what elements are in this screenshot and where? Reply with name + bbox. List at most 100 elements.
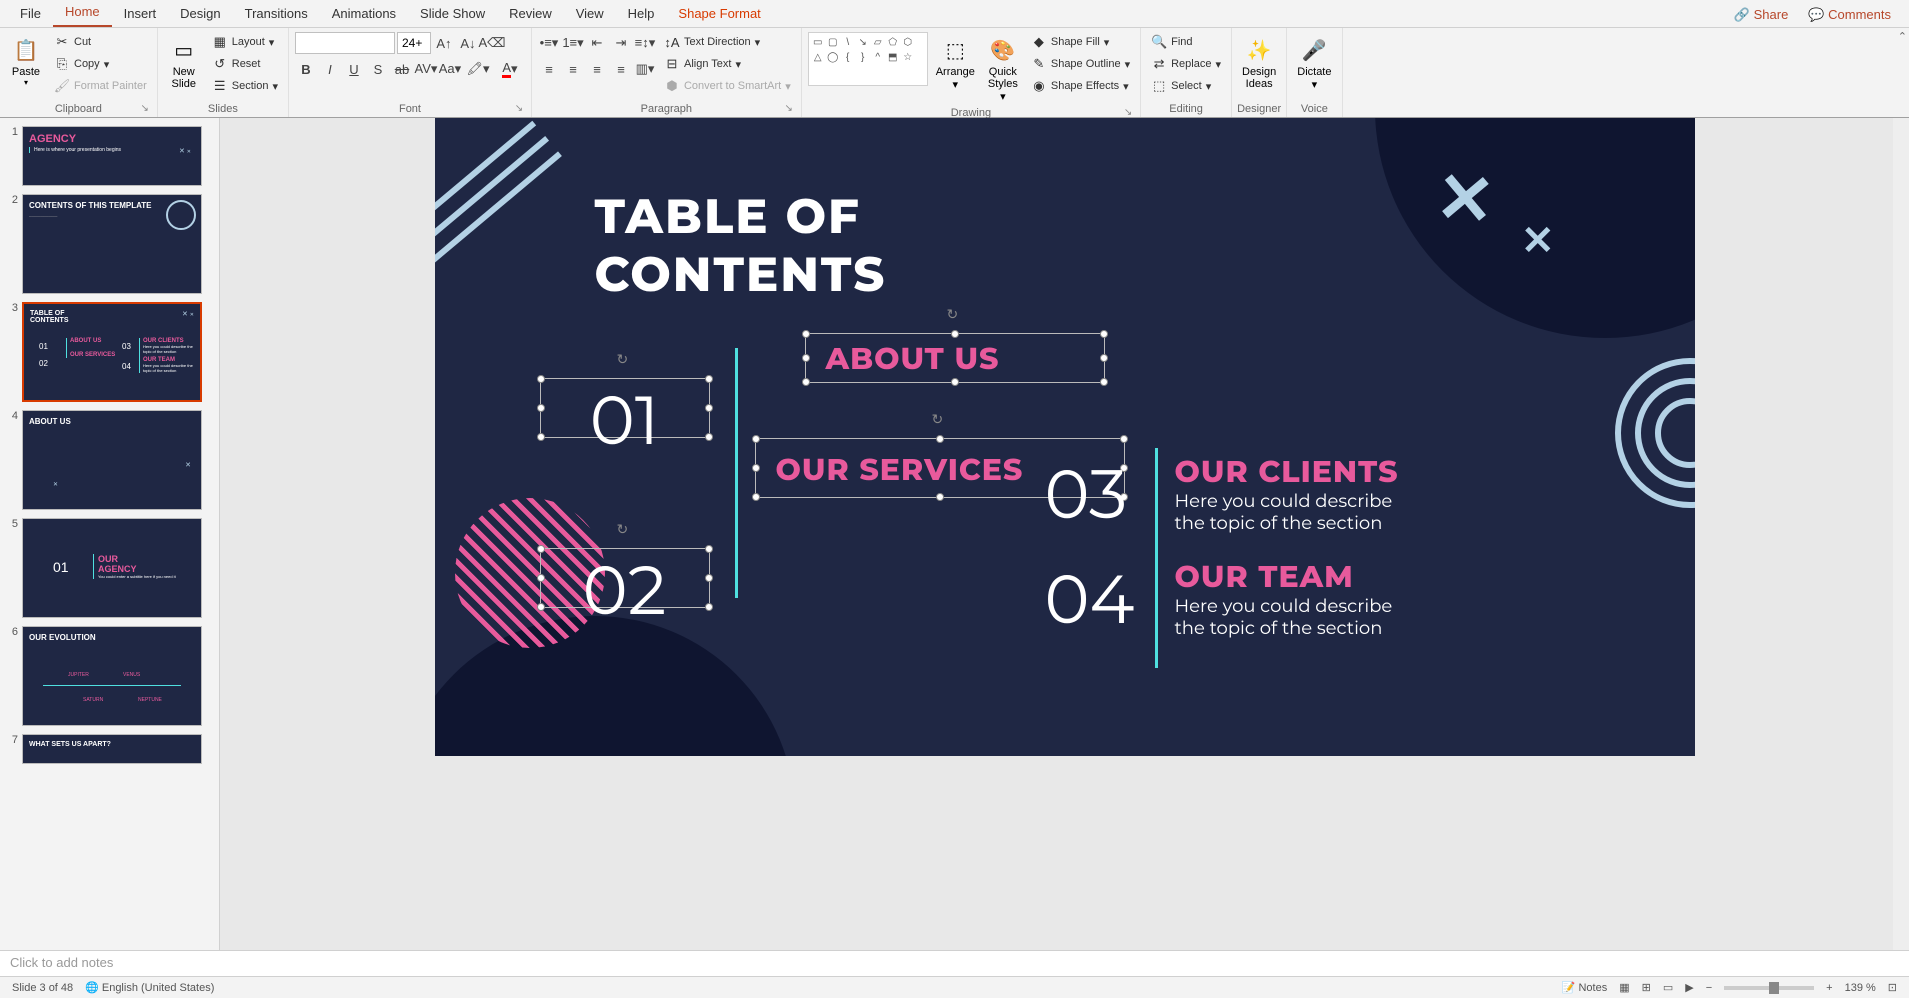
clear-format-icon[interactable]: A⌫ [481, 32, 503, 54]
replace-button[interactable]: ⇄Replace ▾ [1147, 54, 1225, 74]
status-notes-button[interactable]: 📝 Notes [1556, 981, 1613, 994]
view-sorter-button[interactable]: ⊞ [1636, 981, 1657, 994]
share-button[interactable]: 🔗 Share [1724, 3, 1799, 27]
find-button[interactable]: 🔍Find [1147, 32, 1225, 52]
slide-title[interactable]: TABLE OFCONTENTS [595, 188, 887, 304]
font-size-input[interactable] [397, 32, 431, 54]
bold-button[interactable]: B [295, 58, 317, 80]
copy-button[interactable]: ⎘Copy ▾ [50, 54, 151, 74]
tab-animations[interactable]: Animations [320, 2, 408, 27]
shapes-gallery[interactable]: ▭▢\↘▱⬠⬡ △◯{}^⬒☆ [808, 32, 928, 86]
slide-canvas[interactable]: ✕ ✕ TABLE OFCONTENTS ↻ 01 [435, 118, 1695, 756]
toc-desc[interactable]: Here you could describe [1175, 490, 1399, 512]
tab-shape-format[interactable]: Shape Format [666, 2, 772, 27]
view-normal-button[interactable]: ▦ [1613, 981, 1635, 994]
rotate-handle-icon[interactable]: ↻ [932, 411, 948, 427]
view-reading-button[interactable]: ▭ [1657, 981, 1679, 994]
zoom-in-button[interactable]: + [1820, 982, 1838, 994]
slide-thumbnail-4[interactable]: ABOUT US ✕ ✕ [22, 410, 202, 510]
design-ideas-button[interactable]: ✨ Design Ideas [1238, 32, 1280, 92]
cut-button[interactable]: ✂Cut [50, 32, 151, 52]
tab-transitions[interactable]: Transitions [233, 2, 320, 27]
justify-button[interactable]: ≡ [610, 58, 632, 80]
slide-thumbnail-6[interactable]: OUR EVOLUTION JUPITER VENUS SATURN NEPTU… [22, 626, 202, 726]
rotate-handle-icon[interactable]: ↻ [947, 306, 963, 322]
change-case-button[interactable]: Aa▾ [439, 58, 461, 80]
launcher-paragraph[interactable]: ↘ [783, 103, 795, 115]
shape-effects-button[interactable]: ◉Shape Effects ▾ [1027, 76, 1134, 96]
new-slide-button[interactable]: ▭ New Slide [164, 32, 204, 92]
selected-text-box-02[interactable]: ↻ 02 [540, 548, 710, 608]
fit-to-window-button[interactable]: ⊡ [1882, 981, 1903, 994]
font-name-input[interactable] [295, 32, 395, 54]
toc-desc[interactable]: the topic of the section [1175, 617, 1393, 639]
underline-button[interactable]: U [343, 58, 365, 80]
align-left-button[interactable]: ≡ [538, 58, 560, 80]
tab-insert[interactable]: Insert [112, 2, 169, 27]
tab-design[interactable]: Design [168, 2, 232, 27]
tab-help[interactable]: Help [616, 2, 667, 27]
select-button[interactable]: ⬚Select ▾ [1147, 76, 1225, 96]
align-center-button[interactable]: ≡ [562, 58, 584, 80]
slide-thumbnail-3[interactable]: TABLE OFCONTENTS 01 02 ABOUT US OUR SERV… [22, 302, 202, 402]
layout-button[interactable]: ▦Layout ▾ [208, 32, 282, 52]
slide-thumbnail-1[interactable]: AGENCY Here is where your presentation b… [22, 126, 202, 186]
char-spacing-button[interactable]: AV▾ [415, 58, 437, 80]
zoom-slider[interactable] [1724, 986, 1814, 990]
section-button[interactable]: ☰Section ▾ [208, 76, 282, 96]
paste-button[interactable]: 📋 Paste ▾ [6, 32, 46, 89]
toc-heading-clients[interactable]: OUR CLIENTS [1175, 453, 1399, 490]
vertical-scrollbar[interactable] [1893, 118, 1909, 950]
text-direction-button[interactable]: ↕AText Direction ▾ [660, 32, 795, 52]
slide-thumbnail-2[interactable]: CONTENTS OF THIS TEMPLATE ────────── [22, 194, 202, 294]
tab-review[interactable]: Review [497, 2, 564, 27]
launcher-font[interactable]: ↘ [513, 103, 525, 115]
columns-button[interactable]: ▥▾ [634, 58, 656, 80]
slide-thumbnail-5[interactable]: 01 OUR AGENCY You could enter a subtitle… [22, 518, 202, 618]
quick-styles-button[interactable]: 🎨 Quick Styles▾ [983, 32, 1023, 105]
inc-indent-button[interactable]: ⇥ [610, 32, 632, 54]
tab-slideshow[interactable]: Slide Show [408, 2, 497, 27]
numbering-button[interactable]: 1≡▾ [562, 32, 584, 54]
status-language[interactable]: 🌐 English (United States) [79, 981, 220, 994]
decrease-font-icon[interactable]: A↓ [457, 32, 479, 54]
selected-text-box-01[interactable]: ↻ 01 [540, 378, 710, 438]
increase-font-icon[interactable]: A↑ [433, 32, 455, 54]
toc-heading-team[interactable]: OUR TEAM [1175, 558, 1393, 595]
arrange-button[interactable]: ⬚ Arrange▾ [932, 32, 979, 93]
format-painter-button[interactable]: 🖌Format Painter [50, 76, 151, 96]
zoom-level[interactable]: 139 % [1839, 982, 1882, 994]
shape-fill-button[interactable]: ◆Shape Fill ▾ [1027, 32, 1134, 52]
toc-desc[interactable]: the topic of the section [1175, 512, 1399, 534]
slide-thumbnail-7[interactable]: WHAT SETS US APART? [22, 734, 202, 764]
tab-file[interactable]: File [8, 2, 53, 27]
zoom-out-button[interactable]: − [1700, 982, 1718, 994]
shadow-button[interactable]: S [367, 58, 389, 80]
rotate-handle-icon[interactable]: ↻ [617, 351, 633, 367]
slide-thumbnails-panel[interactable]: 1 AGENCY Here is where your presentation… [0, 118, 220, 950]
align-text-button[interactable]: ⊟Align Text ▾ [660, 54, 795, 74]
view-slideshow-button[interactable]: ▶ [1679, 981, 1699, 994]
bullets-button[interactable]: •≡▾ [538, 32, 560, 54]
notes-pane[interactable]: Click to add notes [0, 950, 1909, 976]
line-spacing-button[interactable]: ≡↕▾ [634, 32, 656, 54]
dictate-button[interactable]: 🎤 Dictate▾ [1293, 32, 1335, 93]
collapse-ribbon-button[interactable]: ⌃ [1896, 28, 1909, 45]
dec-indent-button[interactable]: ⇤ [586, 32, 608, 54]
status-slide-info[interactable]: Slide 3 of 48 [6, 982, 79, 994]
reset-button[interactable]: ↺Reset [208, 54, 282, 74]
toc-desc[interactable]: Here you could describe [1175, 595, 1393, 617]
align-right-button[interactable]: ≡ [586, 58, 608, 80]
tab-view[interactable]: View [564, 2, 616, 27]
strike-button[interactable]: ab [391, 58, 413, 80]
launcher-clipboard[interactable]: ↘ [139, 103, 151, 115]
shape-outline-button[interactable]: ✎Shape Outline ▾ [1027, 54, 1134, 74]
convert-smartart-button[interactable]: ⬢Convert to SmartArt ▾ [660, 76, 795, 96]
font-color-button[interactable]: A▾ [495, 58, 525, 80]
comments-button[interactable]: 💬 Comments [1798, 3, 1901, 27]
italic-button[interactable]: I [319, 58, 341, 80]
highlight-button[interactable]: 🖍▾ [463, 58, 493, 80]
tab-home[interactable]: Home [53, 0, 112, 27]
selected-text-box-about[interactable]: ↻ ABOUT US [805, 333, 1105, 383]
rotate-handle-icon[interactable]: ↻ [617, 521, 633, 537]
